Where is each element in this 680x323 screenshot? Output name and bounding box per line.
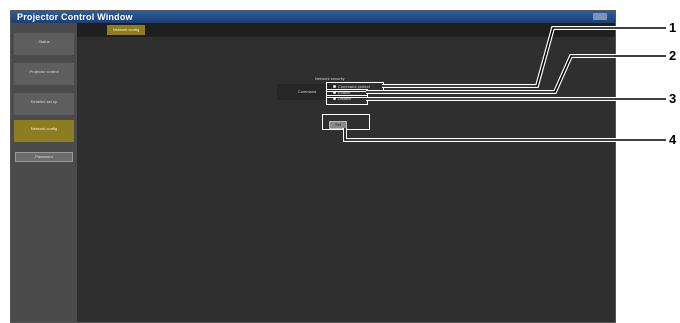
callout-number-3: 3 — [669, 91, 677, 106]
callout-number-2: 2 — [669, 48, 677, 63]
callout-number-1: 1 — [669, 20, 677, 35]
callout-number-4: 4 — [669, 132, 677, 147]
callout-lines — [343, 26, 666, 142]
